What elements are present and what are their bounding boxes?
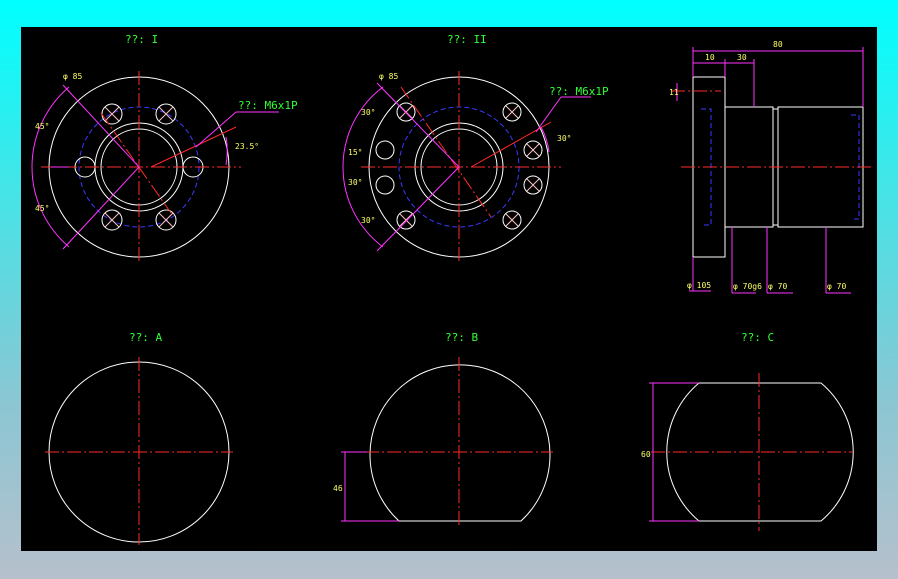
v2-a3: 30° [348,178,362,187]
view-2-title: ??: II [447,33,487,46]
view-2: ??: II ??: M6x1P φ 85 30° 15° 30° 30° 30… [342,33,609,263]
v2-a5: 30° [557,134,571,143]
side-total: 80 [773,40,783,49]
v2-oil-label: ??: M6x1P [549,85,609,98]
v1-offset: 23.5° [235,142,259,151]
v1-angle-bot: 45° [35,204,49,213]
view-1-title: ??: I [125,33,158,46]
view-1: ??: I ??: M6x1P φ 85 45° 45° 23.5° [31,33,298,263]
v1-bolt-circle: φ 85 [63,72,82,81]
v2-a2: 15° [348,148,362,157]
view-side: 10 30 80 11 φ 105 φ 70g6 φ 70 φ 70 [669,40,871,294]
v2-bolt-circle: φ 85 [379,72,398,81]
c-height: 60 [641,450,651,459]
b-height: 46 [333,484,343,493]
v2-a1: 30° [361,108,375,117]
side-d4: φ 70 [827,282,846,291]
drawing-canvas: .ol { stroke: #ffffff; fill: none; strok… [21,27,877,551]
side-h: 11 [669,88,679,97]
v2-a4: 30° [361,216,375,225]
side-d3: φ 70 [768,282,787,291]
side-d2: φ 70g6 [733,282,762,291]
side-d1: φ 105 [687,281,711,290]
view-b-title: ??: B [445,331,478,344]
v1-angle-top: 45° [35,122,49,131]
cad-drawing: .ol { stroke: #ffffff; fill: none; strok… [31,33,871,545]
side-w2: 30 [737,53,747,62]
v1-oil-label: ??: M6x1P [238,99,298,112]
view-b: ??: B 46 [333,331,553,527]
view-a-title: ??: A [129,331,162,344]
view-c: ??: C 60 [641,331,854,531]
view-b-outline [369,364,551,522]
view-c-title: ??: C [741,331,774,344]
side-w1: 10 [705,53,715,62]
view-c-outline [666,382,854,522]
view-a: ??: A [45,331,233,545]
